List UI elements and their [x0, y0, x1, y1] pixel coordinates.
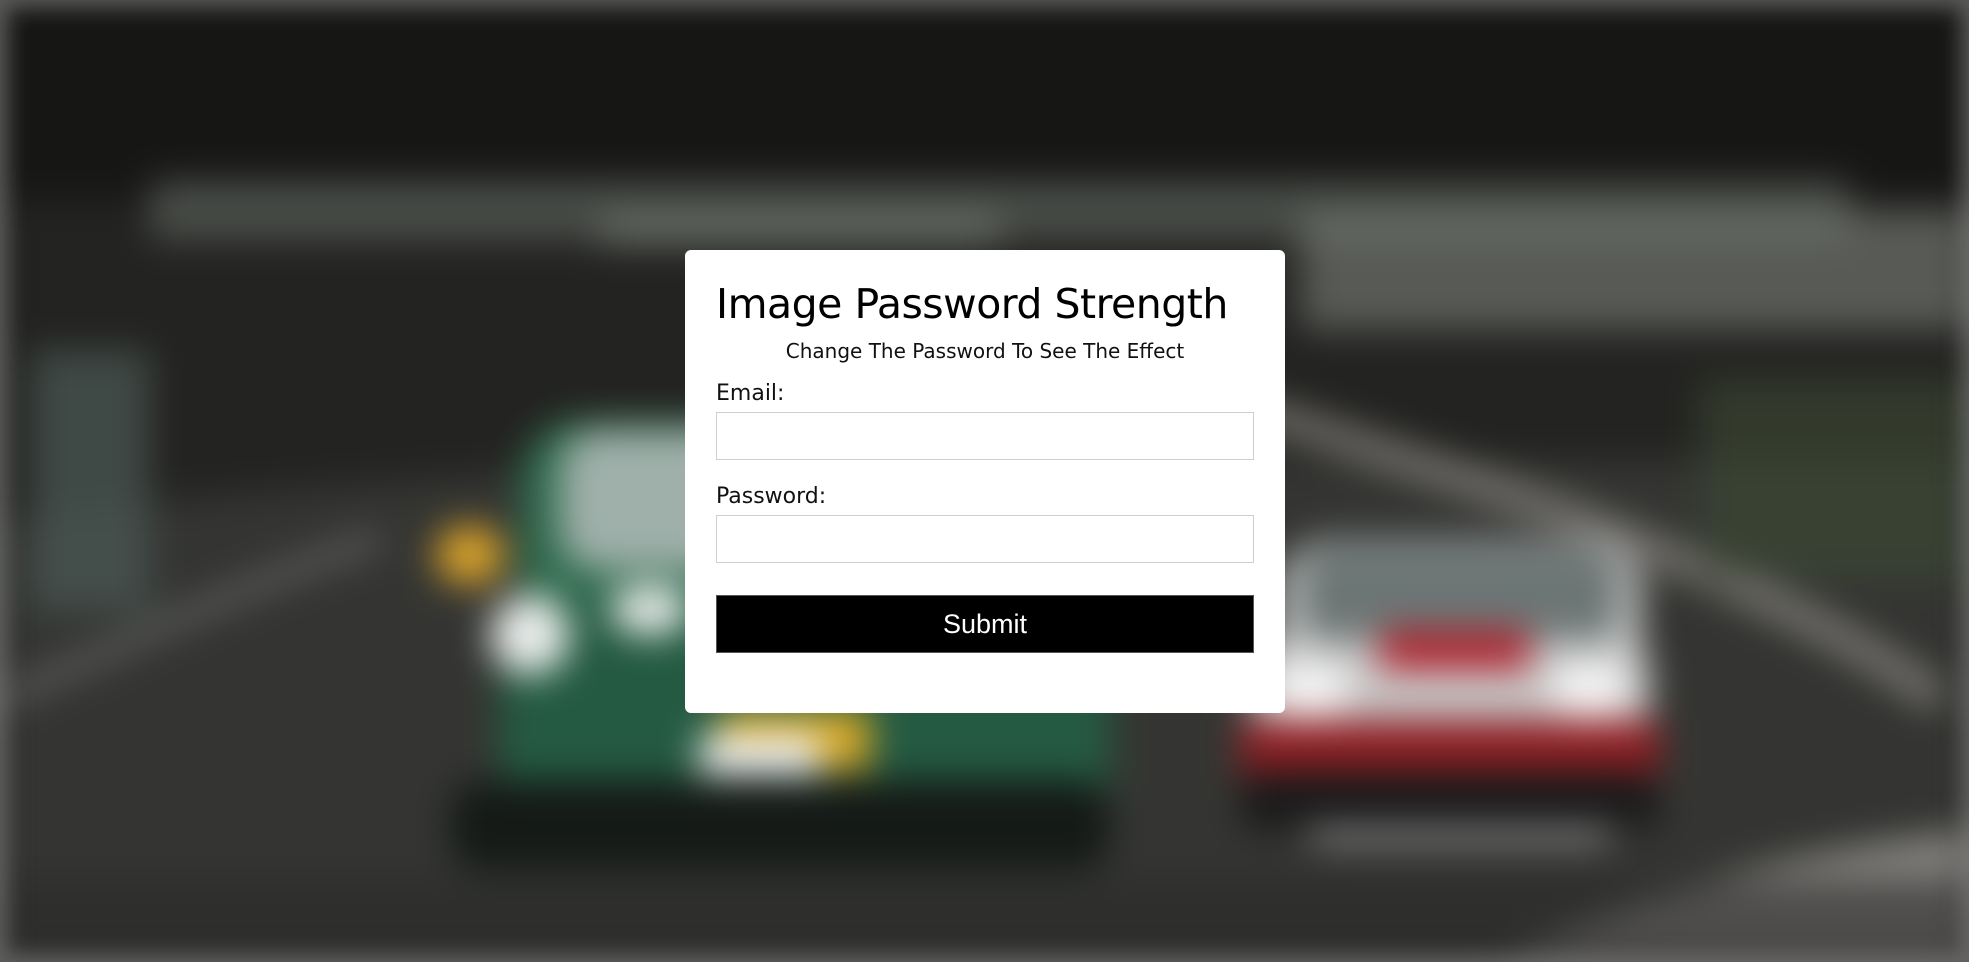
- email-field[interactable]: [716, 412, 1254, 461]
- submit-button[interactable]: Submit: [716, 595, 1254, 654]
- page-subtitle: Change The Password To See The Effect: [785, 339, 1185, 364]
- page-title: Image Password Strength: [716, 280, 1228, 328]
- password-label: Password:: [716, 484, 827, 510]
- password-field[interactable]: [716, 515, 1254, 564]
- email-label: Email:: [716, 381, 785, 407]
- login-card: Image Password Strength Change The Passw…: [685, 250, 1285, 713]
